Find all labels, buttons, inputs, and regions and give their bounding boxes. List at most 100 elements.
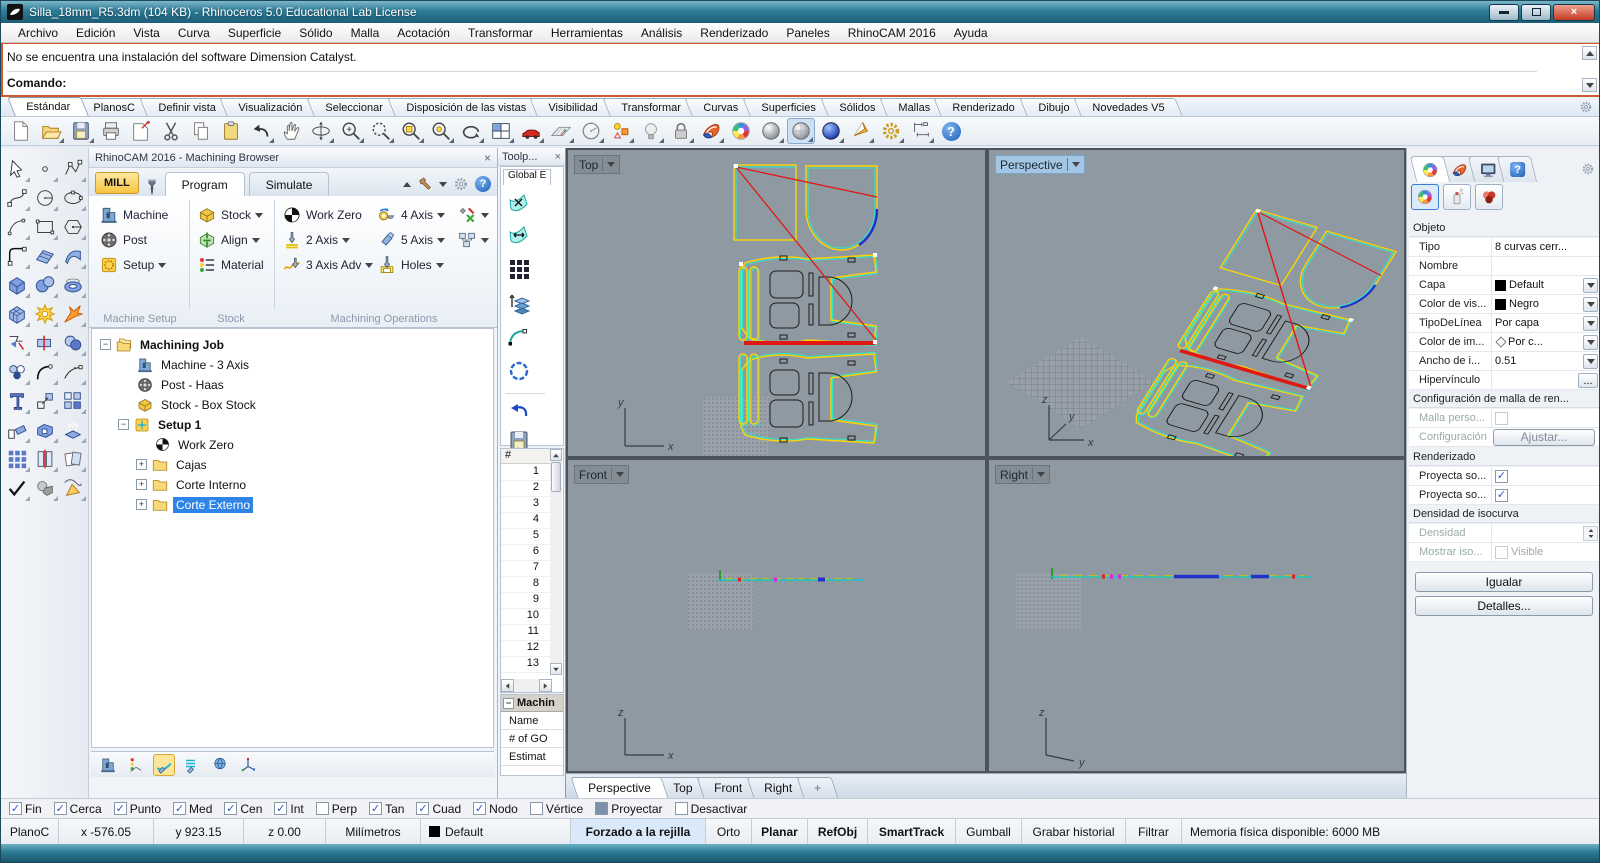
tipolinea-dropdown[interactable] <box>1583 316 1598 331</box>
front-viewport-canvas[interactable]: z x <box>568 460 985 771</box>
lock-button[interactable] <box>667 118 695 144</box>
menu-archivo[interactable]: Archivo <box>9 26 67 40</box>
vtab-add[interactable]: + <box>796 777 839 798</box>
osnap-vertice-checkbox[interactable] <box>529 802 543 815</box>
material-button[interactable]: Material <box>197 254 264 276</box>
tool-split-button[interactable] <box>32 330 58 356</box>
top-viewport-canvas[interactable]: y x <box>568 150 985 456</box>
tree-expander-setup[interactable]: − <box>118 419 129 430</box>
perspective-viewport-menu-icon[interactable] <box>1071 162 1080 167</box>
menu-ayuda[interactable]: Ayuda <box>945 26 997 40</box>
tool-explode-button[interactable] <box>32 301 58 327</box>
prop-nombre-value[interactable] <box>1491 257 1599 275</box>
new-file-button[interactable] <box>7 118 35 144</box>
save-button[interactable] <box>67 118 95 144</box>
three-axis-adv-button[interactable]: 3 Axis Adv <box>282 254 374 276</box>
gcode-vertical-scrollbar[interactable] <box>550 449 562 675</box>
osnap-perp[interactable]: Perp <box>315 802 357 816</box>
menu-malla[interactable]: Malla <box>342 26 389 40</box>
curve-edit-icon[interactable] <box>507 325 531 349</box>
two-axis-button[interactable]: 2 Axis <box>282 229 351 251</box>
gcode-scroll-down[interactable] <box>550 663 562 675</box>
tab-visualizacion[interactable]: Visualización <box>219 98 321 116</box>
menu-vista[interactable]: Vista <box>124 26 168 40</box>
circle-edit-icon[interactable] <box>507 359 531 383</box>
tool-lasso-button[interactable] <box>60 475 86 501</box>
gcode-row[interactable]: 12 <box>501 641 551 657</box>
color-vis-dropdown[interactable] <box>1583 297 1598 312</box>
top-viewport[interactable]: y x Top <box>568 150 985 456</box>
machining-tools-button[interactable] <box>457 204 489 226</box>
osnap-fin-checkbox[interactable]: ✓ <box>9 802 22 815</box>
hyperlink-browse-button[interactable]: ... <box>1578 373 1598 388</box>
menu-solido[interactable]: Sólido <box>290 26 341 40</box>
tool-text-button[interactable] <box>4 388 30 414</box>
gcode-scroll-right[interactable] <box>539 679 552 692</box>
osnap-cuad-checkbox[interactable]: ✓ <box>416 802 430 815</box>
tool-copy-array-button[interactable] <box>60 388 86 414</box>
tool-trim-button[interactable] <box>4 330 30 356</box>
prop-color-im-value[interactable]: Por c... <box>1491 333 1599 351</box>
cplane-button[interactable] <box>547 118 575 144</box>
material-props-button[interactable] <box>1443 184 1471 210</box>
prop-capa-value[interactable]: Default <box>1491 276 1599 294</box>
osnap-tan-checkbox[interactable]: ✓ <box>369 802 383 815</box>
five-axis-button[interactable]: 5 Axis <box>377 229 446 251</box>
menu-edicion[interactable]: Edición <box>67 26 124 40</box>
gcode-row[interactable]: 10 <box>501 609 551 625</box>
tab-seleccionar[interactable]: Seleccionar <box>306 98 402 116</box>
tool-arc-button[interactable] <box>4 214 30 240</box>
menu-rhinocam[interactable]: RhinoCAM 2016 <box>839 26 945 40</box>
status-units[interactable]: Milímetros <box>326 819 421 844</box>
tool-surface-button[interactable] <box>60 243 86 269</box>
rendered-view-button[interactable] <box>817 118 845 144</box>
tab-transformar[interactable]: Transformar <box>602 98 699 116</box>
osnap-cen-checkbox[interactable]: ✓ <box>224 802 238 815</box>
footer-machine-view-button[interactable] <box>97 754 119 776</box>
tab-superficies[interactable]: Superficies <box>742 98 835 116</box>
prop-hiper-value[interactable]: ... <box>1491 371 1599 389</box>
status-planar[interactable]: Planar <box>752 819 808 844</box>
menu-herramientas[interactable]: Herramientas <box>542 26 632 40</box>
right-viewport-canvas[interactable]: z y <box>989 460 1404 771</box>
tool-fillet-button[interactable] <box>4 243 30 269</box>
paste-button[interactable] <box>217 118 245 144</box>
menu-analisis[interactable]: Análisis <box>632 26 691 40</box>
tool-curve-button[interactable] <box>4 185 30 211</box>
gcode-row[interactable]: 9 <box>501 593 551 609</box>
gcode-row[interactable]: 13 <box>501 657 551 673</box>
tree-expander-job[interactable]: − <box>100 339 111 350</box>
gcode-row[interactable]: 7 <box>501 561 551 577</box>
tool-point-button[interactable] <box>32 156 58 182</box>
gcode-row[interactable]: 2 <box>501 481 551 497</box>
tab-estandar[interactable]: Estándar <box>7 97 89 116</box>
osnap-desactivar[interactable]: Desactivar <box>674 802 747 816</box>
tool-extract-button[interactable] <box>60 301 86 327</box>
shaded-view-button[interactable] <box>757 118 785 144</box>
osnap-nodo-checkbox[interactable]: ✓ <box>473 802 487 815</box>
mostrar-checkbox[interactable] <box>1495 545 1508 559</box>
tab-renderizado[interactable]: Renderizado <box>933 98 1034 116</box>
vtab-perspective[interactable]: Perspective <box>570 777 669 798</box>
tab-help[interactable]: ? <box>1496 156 1538 182</box>
machine-button[interactable]: Machine <box>99 204 168 226</box>
ajustar-button[interactable]: Ajustar... <box>1493 428 1595 446</box>
machining-browser-header[interactable]: RhinoCAM 2016 - Machining Browser × <box>89 148 497 168</box>
options-button[interactable] <box>877 118 905 144</box>
footer-material-view-button[interactable] <box>125 754 147 776</box>
gcode-row[interactable]: 3 <box>501 497 551 513</box>
osnap-tan[interactable]: ✓ Tan <box>369 802 404 816</box>
viewport-layout-button[interactable] <box>487 118 515 144</box>
align-button[interactable]: Align <box>197 229 260 251</box>
info-row-name[interactable]: Name <box>501 712 563 730</box>
menu-curva[interactable]: Curva <box>169 26 219 40</box>
tab-program[interactable]: Program <box>164 172 245 196</box>
right-viewport-menu-icon[interactable] <box>1037 472 1046 477</box>
copy-button[interactable] <box>187 118 215 144</box>
status-gumball[interactable]: Gumball <box>956 819 1022 844</box>
osnap-desactivar-checkbox[interactable] <box>674 802 688 815</box>
collapse-ribbon-icon[interactable] <box>403 181 411 187</box>
hierarchy-button[interactable] <box>457 229 489 251</box>
tool-array-button[interactable] <box>4 446 30 472</box>
tool-select-button[interactable] <box>4 156 30 182</box>
